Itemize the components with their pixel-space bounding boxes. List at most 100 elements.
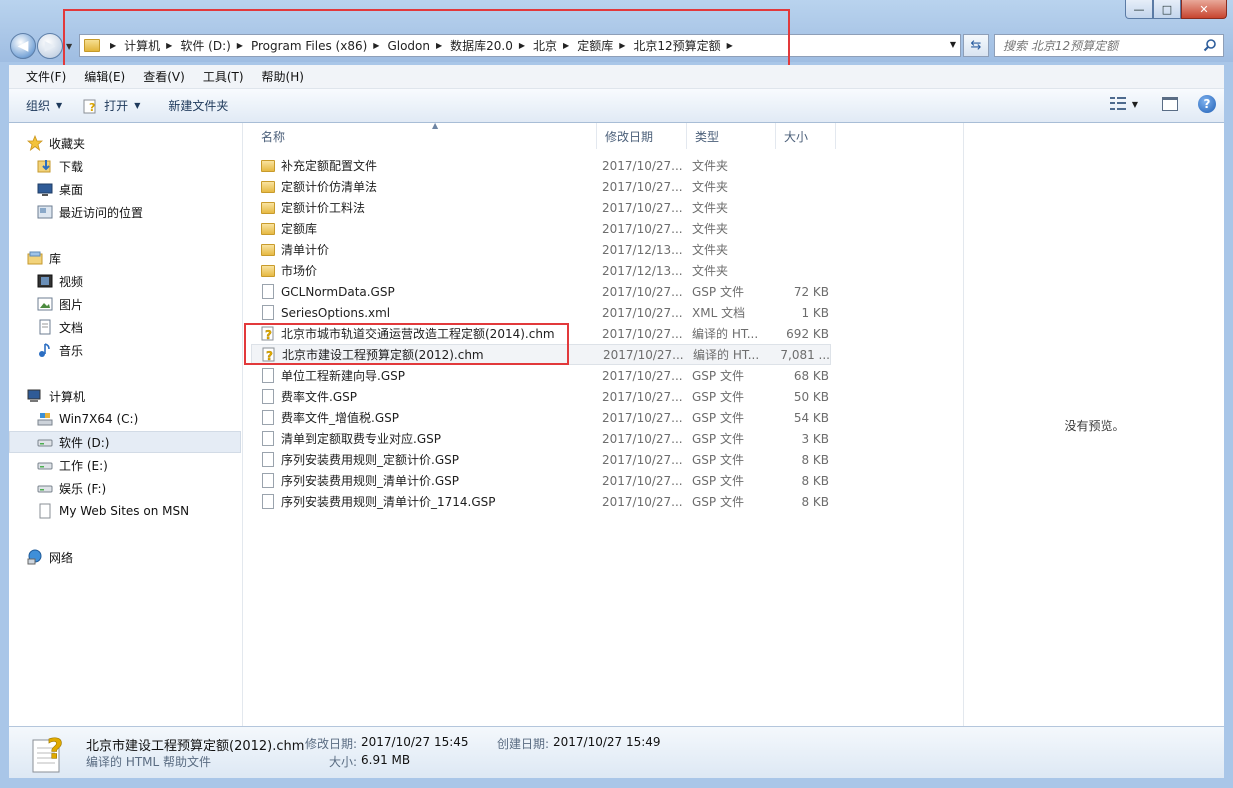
nav-downloads[interactable]: 下载 [9,155,241,177]
chevron-down-icon: ▼ [56,101,63,110]
search-box[interactable] [994,34,1224,57]
recent-places-icon [37,205,53,219]
file-type: 文件夹 [692,180,729,194]
change-view-button[interactable]: ▼ [1109,97,1138,111]
file-name: 定额计价工料法 [281,201,366,215]
no-preview-text: 没有预览。 [1064,419,1125,433]
file-type: 文件夹 [692,159,729,173]
file-row[interactable]: 序列安装费用规则_清单计价.GSP 2017/10/27... GSP 文件 8 KB [251,470,831,491]
nav-documents[interactable]: 文档 [9,316,241,338]
nav-network[interactable]: 网络 [9,546,241,568]
nav-videos[interactable]: 视频 [9,270,241,292]
command-bar: 组织 ▼ ? 打开 ▼ 新建文件夹 ▼ ? [9,89,1224,123]
close-button[interactable]: ✕ [1181,0,1227,19]
file-date: 2017/10/27... [602,305,683,320]
minimize-button[interactable]: — [1125,0,1153,19]
nav-drive-f[interactable]: 娱乐 (F:) [9,477,241,499]
nav-music[interactable]: 音乐 [9,339,241,361]
file-name-cell: GCLNormData.GSP [261,284,395,299]
menu-tools[interactable]: 工具(T) [194,68,253,85]
file-type: GSP 文件 [692,495,744,509]
refresh-button[interactable]: ⇆ [963,34,989,57]
network-icon [27,549,42,565]
nav-drive-e[interactable]: 工作 (E:) [9,454,241,476]
details-file-type: 编译的 HTML 帮助文件 [86,755,212,769]
details-modified-label: 修改日期: [305,737,358,751]
search-icon[interactable] [1203,38,1217,52]
nav-libraries[interactable]: 库 [9,247,241,269]
file-icon [262,389,274,404]
nav-desktop[interactable]: 桌面 [9,178,241,200]
organize-button[interactable]: 组织 ▼ [26,97,62,114]
file-row[interactable]: 定额计价工料法 2017/10/27... 文件夹 [251,197,831,218]
nav-favorites[interactable]: 收藏夹 [9,132,241,154]
menu-file[interactable]: 文件(F) [9,68,75,85]
web-folder-icon [39,503,51,519]
file-row[interactable]: 清单计价 2017/12/13... 文件夹 [251,239,831,260]
preview-pane-toggle-icon[interactable] [1162,97,1178,111]
menu-help[interactable]: 帮助(H) [253,68,313,85]
file-row[interactable]: 序列安装费用规则_清单计价_1714.GSP 2017/10/27... GSP 文… [251,491,831,512]
file-row[interactable]: 清单到定额取费专业对应.GSP 2017/10/27... GSP 文件 3 KB [251,428,831,449]
menu-edit[interactable]: 编辑(E) [75,68,134,85]
address-dropdown-icon[interactable]: ▼ [950,40,956,49]
file-row[interactable]: 单位工程新建向导.GSP 2017/10/27... GSP 文件 68 KB [251,365,831,386]
file-date: 2017/10/27... [603,347,684,362]
nav-drive-c[interactable]: Win7X64 (C:) [9,408,241,430]
forward-button[interactable]: ▶ [37,33,63,59]
file-name: 定额计价仿清单法 [281,180,378,194]
documents-icon [39,319,51,335]
file-name-cell: SeriesOptions.xml [261,305,390,320]
file-date: 2017/10/27... [602,221,683,236]
file-name-cell: 市场价 [261,262,317,279]
menu-view[interactable]: 查看(V) [134,68,194,85]
file-row[interactable]: 费率文件_增值税.GSP 2017/10/27... GSP 文件 54 KB [251,407,831,428]
column-header-type[interactable]: 类型 [687,123,776,149]
file-row[interactable]: 补充定额配置文件 2017/10/27... 文件夹 [251,155,831,176]
file-name: 费率文件.GSP [281,390,357,404]
nav-recent-places[interactable]: 最近访问的位置 [9,201,241,223]
column-header-size[interactable]: 大小 [776,123,836,149]
svg-text:?: ? [47,732,63,765]
file-row[interactable]: 定额库 2017/10/27... 文件夹 [251,218,831,239]
file-name: 序列安装费用规则_清单计价_1714.GSP [281,495,496,509]
folder-icon [261,264,275,277]
column-header-date[interactable]: 修改日期 [597,123,687,149]
help-icon[interactable]: ? [1198,95,1216,113]
nav-msn-sites[interactable]: My Web Sites on MSN [9,500,241,522]
file-row[interactable]: GCLNormData.GSP 2017/10/27... GSP 文件 72 KB [251,281,831,302]
file-size: 8 KB [801,494,829,509]
file-name-cell: 序列安装费用规则_清单计价.GSP [261,472,459,489]
file-name-cell: 补充定额配置文件 [261,157,377,174]
search-input[interactable] [1003,38,1193,53]
folder-icon [261,180,275,193]
file-row[interactable]: SeriesOptions.xml 2017/10/27... XML 文档 1 KB [251,302,831,323]
maximize-button[interactable]: □ [1153,0,1181,19]
forward-arrow-icon: ▶ [44,38,56,54]
details-size-value: 6.91 MB [361,753,411,767]
nav-computer[interactable]: 计算机 [9,385,241,407]
new-folder-button[interactable]: 新建文件夹 [168,97,228,114]
file-type: 文件夹 [692,264,729,278]
music-icon [39,343,50,357]
folder-icon [261,243,275,256]
file-date: 2017/10/27... [602,473,683,488]
file-size: 692 KB [786,326,829,341]
file-row[interactable]: 市场价 2017/12/13... 文件夹 [251,260,831,281]
nav-pictures[interactable]: 图片 [9,293,241,315]
file-row[interactable]: 序列安装费用规则_定额计价.GSP 2017/10/27... GSP 文件 8 KB [251,449,831,470]
open-button[interactable]: ? 打开 ▼ [83,97,140,114]
file-size: 8 KB [801,473,829,488]
file-name: 清单到定额取费专业对应.GSP [281,432,441,446]
file-name: 市场价 [281,264,318,278]
nav-drive-d[interactable]: 软件 (D:) [9,431,241,453]
file-name-cell: 定额计价仿清单法 [261,178,377,195]
file-date: 2017/12/13... [602,242,683,257]
file-row[interactable]: 费率文件.GSP 2017/10/27... GSP 文件 50 KB [251,386,831,407]
column-header-name[interactable]: 名称 ▲ [253,121,597,149]
file-date: 2017/10/27... [602,368,683,383]
back-button[interactable]: ◀ [10,33,36,59]
file-row[interactable]: 定额计价仿清单法 2017/10/27... 文件夹 [251,176,831,197]
file-date: 2017/10/27... [602,179,683,194]
file-date: 2017/10/27... [602,452,683,467]
